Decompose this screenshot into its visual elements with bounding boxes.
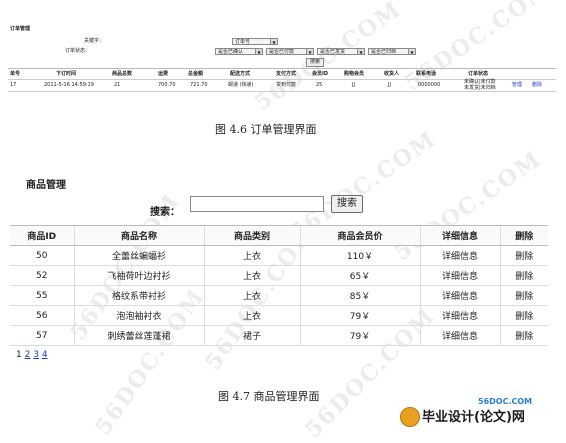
product-price: 79￥ — [299, 325, 420, 346]
delete-link[interactable]: 删除 — [499, 265, 548, 286]
detail-link[interactable]: 详细信息 — [419, 265, 500, 286]
order-receiver: JJ — [388, 82, 391, 88]
product-id: 50 — [10, 245, 74, 266]
header-cell: 单号 — [10, 71, 21, 77]
header-cell: 联系电话 — [416, 71, 437, 77]
page-link[interactable]: 3 — [33, 350, 39, 360]
header-cell: 下订时间 — [56, 71, 77, 77]
pagination: 1 2 3 4 — [16, 350, 48, 360]
chevron-down-icon: ▼ — [306, 49, 313, 54]
header-cell: 收货人 — [384, 71, 400, 77]
figure-caption-product: 图 4.7 商品管理界面 — [218, 390, 320, 403]
detail-link[interactable]: 详细信息 — [419, 305, 500, 326]
header-cell: 总金额 — [188, 71, 204, 77]
detail-link[interactable]: 详细信息 — [419, 245, 500, 266]
product-name: 全蕾丝蝙蝠衫 — [73, 245, 204, 266]
page-link[interactable]: 1 — [16, 350, 22, 360]
delete-link[interactable]: 删除 — [499, 285, 548, 306]
delete-link[interactable]: 删除 — [499, 325, 548, 346]
table-row: 52 飞袖荷叶边衬衫 上衣 65￥ 详细信息 删除 — [10, 265, 548, 286]
chevron-down-icon: ▼ — [270, 39, 277, 44]
header-cell: 详细信息 — [419, 225, 500, 246]
order-count: 21 — [114, 82, 121, 88]
order-id: 17 — [10, 82, 17, 88]
delete-order-link[interactable]: 删除 — [532, 82, 542, 88]
detail-link[interactable]: 详细信息 — [419, 325, 500, 346]
order-title: 订单管理 — [10, 26, 31, 32]
product-table: 商品ID 商品名称 商品类别 商品会员价 详细信息 删除 50 全蕾丝蝙蝠衫 上… — [10, 225, 548, 346]
order-phone: 0000000 — [418, 82, 441, 88]
header-cell: 运费 — [158, 71, 169, 77]
order-member-id: 25 — [316, 82, 323, 88]
header-cell: 删除 — [499, 225, 548, 246]
table-row: 50 全蕾丝蝙蝠衫 上衣 110￥ 详细信息 删除 — [10, 245, 548, 266]
site-logo-text: 毕业设计(论文)网 — [422, 410, 525, 425]
table-row: 55 格纹系带衬衫 上衣 85￥ 详细信息 删除 — [10, 285, 548, 306]
product-name: 格纹系带衬衫 — [73, 285, 204, 306]
header-cell: 商品会员价 — [299, 225, 420, 246]
delete-link[interactable]: 删除 — [499, 245, 548, 266]
product-id: 52 — [10, 265, 74, 286]
header-cell: 购物会员 — [344, 71, 365, 77]
header-cell: 订单状态 — [468, 71, 489, 77]
table-row: 57 刺绣蕾丝莲蓬裙 裙子 79￥ 详细信息 删除 — [10, 325, 548, 346]
header-cell: 会员ID — [312, 71, 329, 77]
header-cell: 商品名称 — [73, 225, 204, 246]
chevron-down-icon: ▼ — [357, 49, 364, 54]
product-search-label: 搜索： — [150, 207, 180, 218]
product-category: 上衣 — [203, 245, 300, 266]
order-search-button[interactable]: 搜索 — [306, 58, 324, 67]
watermark: 56DOC.COM — [250, 0, 407, 117]
status-label: 订单状态： — [65, 48, 91, 54]
product-search-input[interactable] — [190, 196, 324, 212]
product-id: 57 — [10, 325, 74, 346]
order-freight: 700.70 — [158, 82, 176, 88]
chevron-down-icon: ▼ — [408, 49, 415, 54]
order-total: 721.70 — [190, 82, 208, 88]
product-category: 裙子 — [203, 325, 300, 346]
logo-icon — [400, 407, 420, 427]
table-row: 56 泡泡袖衬衣 上衣 79￥ 详细信息 删除 — [10, 305, 548, 326]
product-price: 85￥ — [299, 285, 420, 306]
manage-order-link[interactable]: 管理 — [512, 82, 522, 88]
page-link[interactable]: 4 — [42, 350, 48, 360]
shipping-status-select[interactable]: 是否已发货 ▼ — [317, 48, 365, 55]
payment-status-select[interactable]: 是否已付款 ▼ — [266, 48, 314, 55]
product-price: 65￥ — [299, 265, 420, 286]
header-cell: 商品ID — [10, 225, 74, 246]
page-link[interactable]: 2 — [25, 350, 31, 360]
archive-status-select[interactable]: 是否已归档 ▼ — [368, 48, 416, 55]
product-title: 商品管理 — [26, 180, 66, 191]
confirm-status-select[interactable]: 是否已确认 ▼ — [215, 48, 263, 55]
header-cell: 商品总数 — [112, 71, 133, 77]
order-member: JJ — [352, 82, 355, 88]
product-price: 110￥ — [299, 245, 420, 266]
product-price: 79￥ — [299, 305, 420, 326]
header-cell: 支付方式 — [276, 71, 297, 77]
delete-link[interactable]: 删除 — [499, 305, 548, 326]
product-category: 上衣 — [203, 285, 300, 306]
order-row: 17 2011-5-16 14:59:19 21 700.70 721.70 邮… — [8, 78, 556, 92]
keyword-select[interactable]: 订单号 ▼ — [232, 38, 278, 45]
product-name: 飞袖荷叶边衬衫 — [73, 265, 204, 286]
product-table-header: 商品ID 商品名称 商品类别 商品会员价 详细信息 删除 — [10, 225, 548, 246]
product-category: 上衣 — [203, 265, 300, 286]
product-name: 泡泡袖衬衣 — [73, 305, 204, 326]
chevron-down-icon: ▼ — [255, 49, 262, 54]
product-category: 上衣 — [203, 305, 300, 326]
header-cell: 商品类别 — [203, 225, 300, 246]
site-url: 56DOC.COM — [478, 397, 533, 406]
product-id: 55 — [10, 285, 74, 306]
order-status-line2: 未发货|未归档 — [464, 85, 496, 91]
order-delivery: 邮递 (快递) — [228, 82, 254, 88]
product-id: 56 — [10, 305, 74, 326]
order-payment: 货到付款 — [276, 82, 297, 88]
order-time: 2011-5-16 14:59:19 — [44, 82, 94, 88]
product-name: 刺绣蕾丝莲蓬裙 — [73, 325, 204, 346]
detail-link[interactable]: 详细信息 — [419, 285, 500, 306]
figure-caption-order: 图 4.6 订单管理界面 — [215, 123, 317, 136]
keyword-label: 关键字： — [84, 38, 105, 44]
product-search-button[interactable]: 搜索 — [331, 195, 363, 213]
header-cell: 配送方式 — [230, 71, 251, 77]
